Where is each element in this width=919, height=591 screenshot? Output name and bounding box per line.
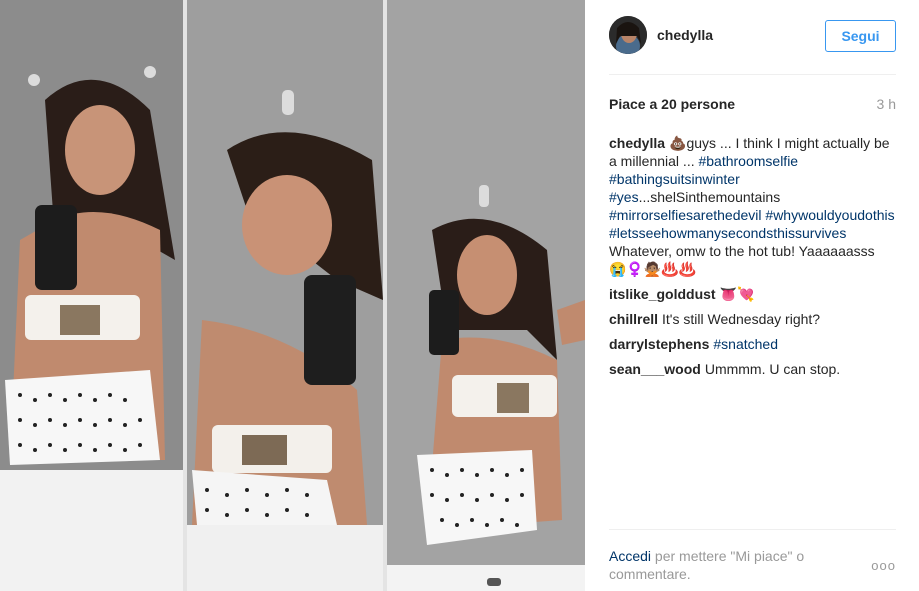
login-prompt: Accedi per mettere "Mi piace" o commenta… (609, 547, 859, 583)
post-photo[interactable] (0, 0, 585, 591)
caption: chedylla 💩guys ... I think I might actual… (609, 134, 895, 278)
comment-author[interactable]: darrylstephens (609, 336, 709, 352)
comment-item: itslike_golddust 👅💘 (609, 285, 895, 303)
comment-author[interactable]: chillrell (609, 311, 658, 327)
follow-button[interactable]: Segui (825, 20, 896, 52)
caption-text-3: Whatever, omw to the hot tub! Yaaaaaasss… (609, 243, 875, 277)
comment-list: chedylla 💩guys ... I think I might actual… (609, 134, 895, 385)
photo-panel-3 (387, 0, 585, 591)
hashtag-link[interactable]: #letsseehowmanysecondsthissurvives (609, 225, 846, 241)
comment-item: sean___wood Ummmm. U can stop. (609, 360, 895, 378)
hashtag-link[interactable]: #bathingsuitsinwinter (609, 171, 740, 187)
caption-author[interactable]: chedylla (609, 135, 665, 151)
post-time[interactable]: 3 h (877, 96, 896, 112)
avatar-image (609, 16, 647, 54)
post-footer: Accedi per mettere "Mi piace" o commenta… (609, 529, 896, 591)
photo-panel-1 (0, 0, 183, 591)
comment-text: Ummmm. U can stop. (704, 361, 841, 377)
avatar[interactable] (609, 16, 647, 54)
selfie-image-1 (0, 0, 183, 591)
photo-panel-2 (187, 0, 383, 591)
more-options-icon[interactable]: ooo (871, 558, 896, 573)
likes-row: Piace a 20 persone 3 h (609, 94, 896, 114)
comment-text: It's still Wednesday right? (662, 311, 821, 327)
likes-count[interactable]: Piace a 20 persone (609, 96, 735, 112)
hashtag-link[interactable]: #yes (609, 189, 639, 205)
hashtag-link[interactable]: #bathroomselfie (698, 153, 798, 169)
selfie-image-2 (187, 0, 383, 591)
comment-item: chillrell It's still Wednesday right? (609, 310, 895, 328)
username-link[interactable]: chedylla (657, 27, 713, 43)
hashtag-link[interactable]: #mirrorselfiesarethedevil (609, 207, 762, 223)
login-link[interactable]: Accedi (609, 548, 651, 564)
post-header: chedylla Segui (609, 0, 896, 75)
comment-author[interactable]: itslike_golddust (609, 286, 716, 302)
comment-item: darrylstephens #snatched (609, 335, 895, 353)
comment-text: 👅💘 (719, 286, 755, 302)
post-side-panel: chedylla Segui Piace a 20 persone 3 h ch… (585, 0, 919, 591)
comment-author[interactable]: sean___wood (609, 361, 701, 377)
hashtag-link[interactable]: #whywouldyoudothis (765, 207, 894, 223)
hashtag-link[interactable]: #snatched (713, 336, 778, 352)
selfie-image-3 (387, 0, 585, 591)
caption-text-2: ...shelSinthemountains (638, 189, 781, 205)
